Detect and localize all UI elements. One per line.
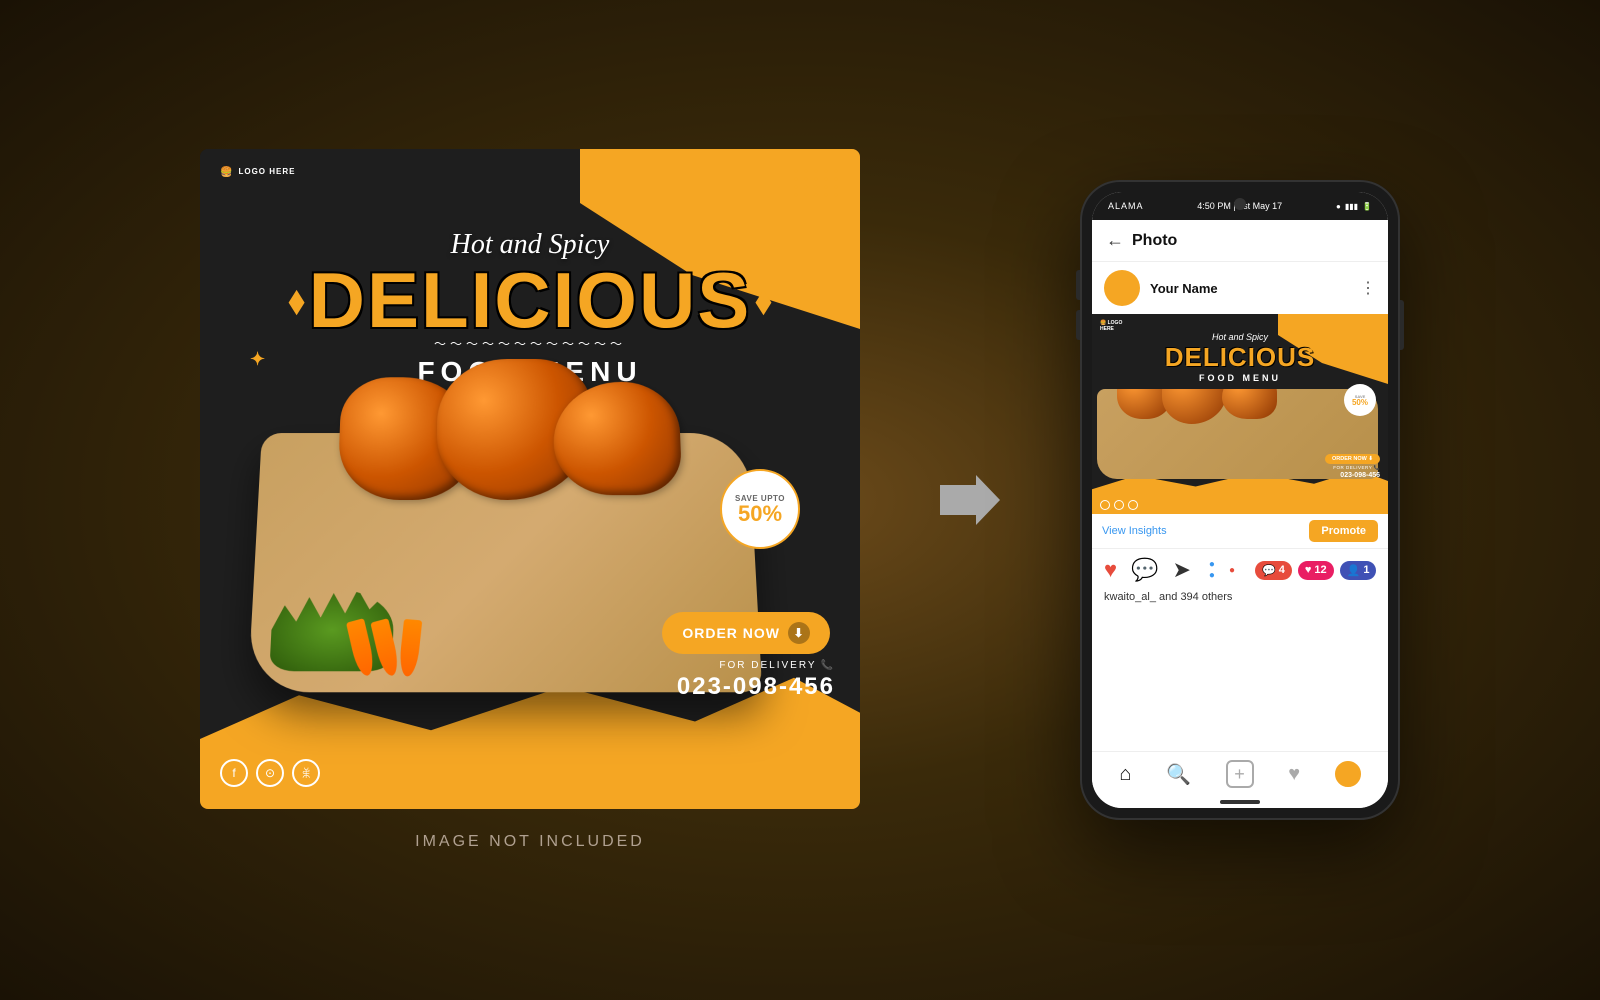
view-insights-button[interactable]: View Insights	[1102, 525, 1301, 537]
home-indicator	[1092, 796, 1388, 808]
image-not-included-label: IMAGE NOT INCLUDED	[415, 833, 645, 851]
mini-for-delivery: FOR DELIVERY 📞	[1333, 465, 1380, 471]
mini-hot-spicy: Hot and Spicy	[1092, 332, 1388, 342]
more-options-icon[interactable]: ⋮	[1360, 278, 1376, 298]
volume-up-button	[1076, 270, 1080, 300]
like-notification: ♥ 12	[1298, 561, 1334, 580]
save-badge: SAVE UPTO 50%	[720, 469, 800, 549]
order-now-button[interactable]: ORDER NOW ⬇	[662, 612, 830, 654]
chicken-piece-3	[553, 382, 682, 495]
camera-notch	[1234, 198, 1246, 210]
save-percent-text: 50%	[738, 503, 782, 525]
mini-post-image: 🍔 LOGOHERE Hot and Spicy DELICIOUS FOOD …	[1092, 314, 1388, 514]
promote-button[interactable]: Promote	[1309, 520, 1378, 542]
mini-order-button: ORDER NOW ⬇	[1325, 454, 1380, 464]
delivery-info: FOR DELIVERY 📞 023-098-456	[677, 660, 835, 701]
mini-text-block: Hot and Spicy DELICIOUS FOOD MENU	[1092, 332, 1388, 383]
photo-header: ← Photo	[1092, 220, 1388, 262]
mini-social-icons	[1100, 500, 1138, 510]
carrots	[351, 620, 420, 677]
mini-fb-icon	[1100, 500, 1110, 510]
arrow-shape	[940, 475, 1000, 525]
mini-chicken-3	[1222, 389, 1277, 419]
author-name: Your Name	[1150, 281, 1360, 296]
status-carrier: ALAMA	[1108, 201, 1144, 211]
mini-save-percent: 50%	[1352, 399, 1368, 407]
insights-promote-row: View Insights Promote	[1092, 514, 1388, 549]
delicious-text: DELICIOUS	[309, 261, 752, 339]
comment-notif-count: 4	[1279, 564, 1285, 576]
add-nav-button[interactable]: +	[1226, 760, 1254, 788]
dot-grid-top-right	[794, 169, 840, 197]
mini-ig-icon	[1114, 500, 1124, 510]
like-notif-count: 12	[1314, 564, 1326, 576]
comment-notif-icon: 💬	[1262, 564, 1276, 577]
home-nav-icon[interactable]: ⌂	[1119, 763, 1131, 786]
facebook-icon[interactable]: f	[220, 759, 248, 787]
follow-notif-count: 1	[1363, 564, 1369, 576]
home-indicator-bar	[1220, 800, 1260, 804]
like-icon[interactable]: ♥	[1104, 557, 1117, 583]
author-avatar	[1104, 270, 1140, 306]
battery-icon: 🔋	[1362, 202, 1372, 211]
mini-save-badge: SAVE 50%	[1344, 384, 1376, 416]
post-author-row: Your Name ⋮	[1092, 262, 1388, 314]
search-nav-icon[interactable]: 🔍	[1166, 762, 1191, 787]
order-now-label: ORDER NOW	[682, 625, 780, 641]
social-post-card: 🍔 LOGO HERE Hot and Spicy ⬧ DELICIOUS ⬧ …	[200, 149, 860, 809]
instagram-icon[interactable]: ⊙	[256, 759, 284, 787]
follow-notification: 👤 1	[1340, 561, 1377, 580]
mini-delicious: DELICIOUS	[1092, 342, 1388, 373]
photo-title: Photo	[1132, 232, 1374, 250]
bottom-navigation: ⌂ 🔍 + ♥	[1092, 751, 1388, 796]
phone-number: 023-098-456	[677, 673, 835, 701]
comment-icon[interactable]: 💬	[1131, 557, 1158, 583]
heart-nav-icon[interactable]: ♥	[1288, 763, 1300, 786]
power-button	[1400, 300, 1404, 350]
cross-decoration: ✦	[250, 349, 265, 370]
phone-icon: 📞	[821, 660, 835, 671]
volume-down-button	[1076, 310, 1080, 340]
back-button[interactable]: ←	[1106, 230, 1124, 251]
mini-food-menu: FOOD MENU	[1092, 373, 1388, 383]
for-delivery-label: FOR DELIVERY 📞	[677, 660, 835, 671]
phone-screen: ALAMA 4:50 PM | 1st May 17 ● ▮▮▮ 🔋 ← Pho…	[1092, 192, 1388, 808]
logo-text: LOGO HERE	[238, 168, 295, 177]
phone-mockup: ALAMA 4:50 PM | 1st May 17 ● ▮▮▮ 🔋 ← Pho…	[1080, 180, 1400, 820]
card-logo: 🍔 LOGO HERE	[220, 167, 295, 178]
status-icons: ● ▮▮▮ 🔋	[1336, 202, 1372, 211]
mini-chicken-2	[1162, 389, 1227, 424]
mini-order-row: ORDER NOW ⬇ FOR DELIVERY 📞 023-098-456	[1325, 454, 1380, 479]
signal-icon: ▮▮▮	[1345, 202, 1358, 211]
mini-phone-number: 023-098-456	[1340, 472, 1380, 479]
share-icon[interactable]: ➤	[1172, 557, 1190, 583]
follow-notif-icon: 👤	[1347, 564, 1361, 577]
wifi-icon: ●	[1336, 202, 1341, 211]
social-icons: f ⊙ ꆙ	[220, 759, 320, 787]
whatsapp-icon[interactable]: ꆙ	[292, 759, 320, 787]
profile-nav-avatar[interactable]	[1335, 761, 1361, 787]
mini-wa-icon	[1128, 500, 1138, 510]
like-notif-icon: ♥	[1305, 564, 1312, 576]
logo-icon: 🍔	[220, 167, 232, 178]
likes-text: kwaito_al_ and 394 others	[1092, 591, 1388, 609]
mini-logo: 🍔 LOGOHERE	[1100, 320, 1122, 332]
direction-arrow	[940, 475, 1000, 525]
notification-bubbles: 💬 4 ♥ 12 👤 1	[1255, 561, 1376, 580]
comment-notification: 💬 4	[1255, 561, 1292, 580]
action-icons-row: ♥ 💬 ➤ ● ● ● 💬 4 ♥ 12 👤	[1092, 549, 1388, 591]
order-arrow-icon: ⬇	[788, 622, 810, 644]
